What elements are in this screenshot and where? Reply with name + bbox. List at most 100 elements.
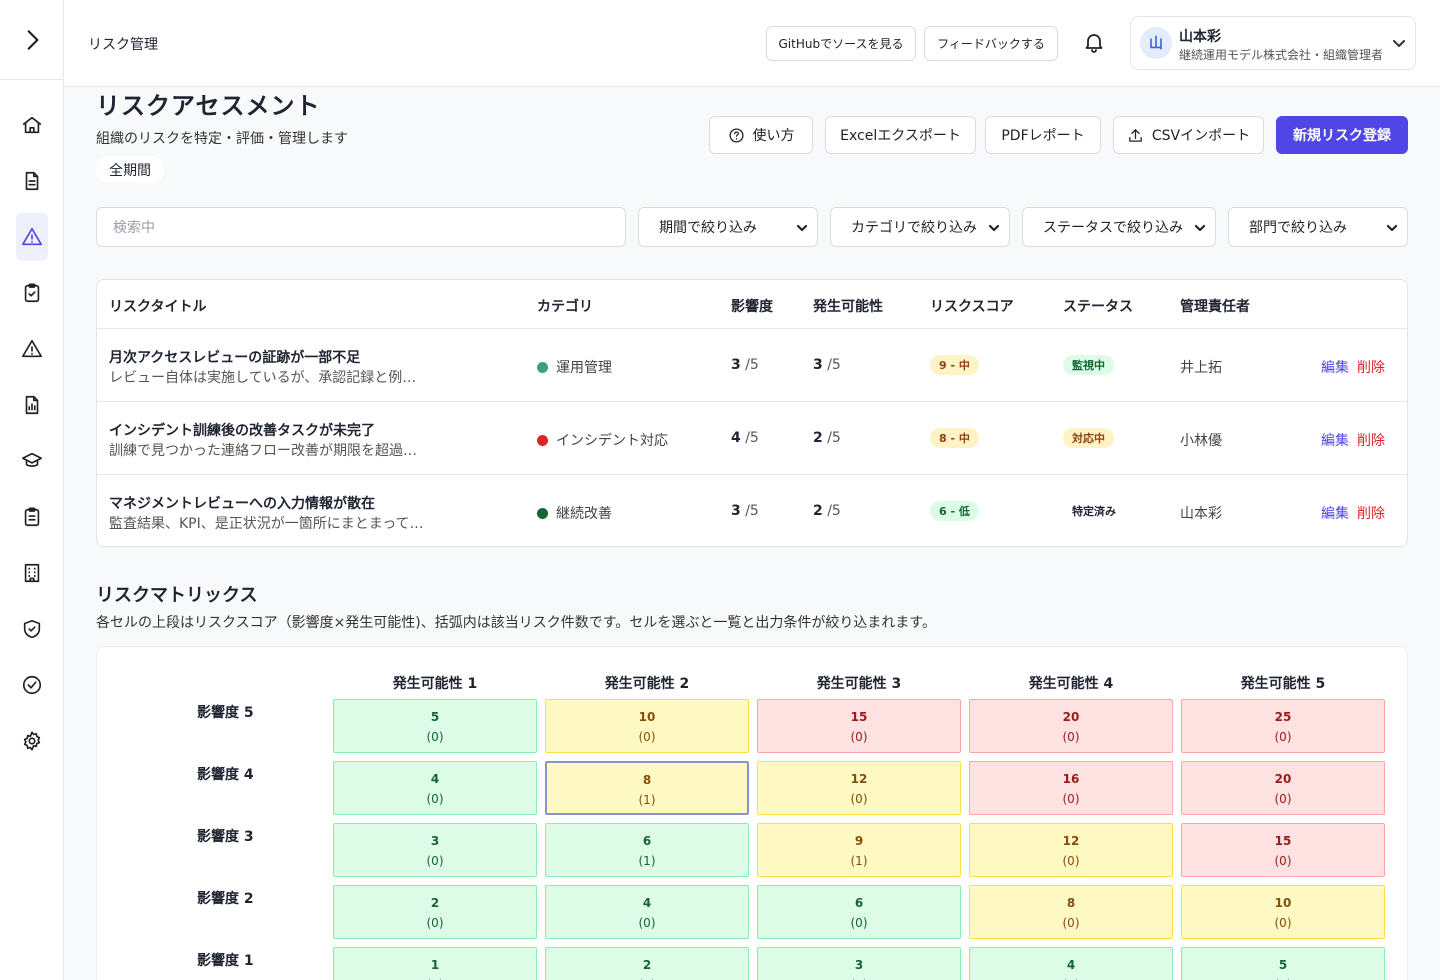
table-row[interactable]: マネジメントレビューへの入力情報が散在 監査結果、KPI、是正状況が一箇所にまとま… bbox=[97, 475, 1407, 546]
column-header: ステータス bbox=[1063, 299, 1133, 315]
user-menu[interactable]: 山 山本彩 継続運用モデル株式会社・組織管理者 bbox=[1130, 16, 1416, 70]
matrix-cell[interactable]: 6 (1) bbox=[545, 823, 749, 877]
impact-value: 4 bbox=[731, 430, 741, 446]
sidebar-nav bbox=[0, 80, 63, 765]
matrix-cell[interactable]: 25 (0) bbox=[1181, 699, 1385, 753]
notification-button[interactable] bbox=[1082, 30, 1106, 54]
department-filter-select[interactable]: 部門で絞り込み bbox=[1228, 207, 1408, 247]
matrix-cell[interactable]: 9 (1) bbox=[757, 823, 961, 877]
matrix-cell[interactable]: 1(0) bbox=[333, 947, 537, 980]
pdf-report-button[interactable]: PDFレポート bbox=[985, 116, 1101, 154]
risk-title[interactable]: インシデント訓練後の改善タスクが未完了 bbox=[109, 420, 375, 440]
matrix-cell[interactable]: 20 (0) bbox=[969, 699, 1173, 753]
sidebar-item-settings[interactable] bbox=[16, 717, 48, 765]
table-row[interactable]: 月次アクセスレビューの証跡が一部不足 レビュー自体は実施しているが、承認記録と例…… bbox=[97, 329, 1407, 402]
avatar: 山 bbox=[1140, 27, 1172, 59]
likelihood-value: 3 bbox=[813, 357, 823, 373]
matrix-cell[interactable]: 2(0) bbox=[545, 947, 749, 980]
sidebar-item-risk[interactable] bbox=[15, 213, 48, 261]
matrix-cell[interactable]: 15 (0) bbox=[1181, 823, 1385, 877]
score-badge: 6 - 低 bbox=[930, 501, 979, 521]
period-filter-label: 期間で絞り込み bbox=[659, 220, 757, 236]
matrix-cell-score: 3 bbox=[854, 958, 864, 972]
new-risk-button[interactable]: 新規リスク登録 bbox=[1276, 116, 1408, 154]
matrix-cell-count: (0) bbox=[426, 792, 444, 806]
sidebar-item-checklist[interactable] bbox=[16, 269, 48, 317]
sidebar-item-training[interactable] bbox=[16, 437, 48, 485]
impact-max: /5 bbox=[745, 430, 759, 446]
matrix-cell[interactable]: 15 (0) bbox=[757, 699, 961, 753]
edit-link[interactable]: 編集 bbox=[1321, 357, 1349, 377]
check-circle-icon bbox=[22, 675, 41, 695]
matrix-cell[interactable]: 8 (0) bbox=[969, 885, 1173, 939]
excel-export-button[interactable]: Excelエクスポート bbox=[825, 116, 976, 154]
likelihood-cell: 3 /5 bbox=[813, 357, 841, 373]
risk-title[interactable]: 月次アクセスレビューの証跡が一部不足 bbox=[109, 347, 360, 367]
matrix-cell[interactable]: 16 (0) bbox=[969, 761, 1173, 815]
matrix-cell-count: (0) bbox=[1274, 730, 1292, 744]
category-label: 運用管理 bbox=[556, 360, 612, 376]
sidebar-item-security[interactable] bbox=[16, 605, 48, 653]
matrix-cell[interactable]: 2(0) bbox=[333, 885, 537, 939]
matrix-cell-count: (0) bbox=[426, 916, 444, 930]
matrix-cell[interactable]: 12 (0) bbox=[969, 823, 1173, 877]
matrix-cell[interactable]: 3(0) bbox=[333, 823, 537, 877]
sidebar-item-incidents[interactable] bbox=[16, 325, 48, 373]
owner-name: 井上拓 bbox=[1180, 360, 1222, 376]
clipboard-check-icon bbox=[24, 283, 39, 303]
matrix-cell[interactable]: 20 (0) bbox=[1181, 761, 1385, 815]
delete-link[interactable]: 削除 bbox=[1357, 503, 1385, 523]
sidebar-item-audit[interactable] bbox=[16, 493, 48, 541]
period-filter-select[interactable]: 期間で絞り込み bbox=[638, 207, 818, 247]
category-dot-icon bbox=[537, 507, 548, 519]
status-filter-select[interactable]: ステータスで絞り込み bbox=[1022, 207, 1216, 247]
bell-icon bbox=[1085, 34, 1103, 53]
matrix-cell-count: (0) bbox=[1062, 854, 1080, 868]
csv-import-button[interactable]: CSVインポート bbox=[1113, 116, 1264, 154]
delete-link[interactable]: 削除 bbox=[1357, 430, 1385, 450]
matrix-cell[interactable]: 5(0) bbox=[333, 699, 537, 753]
category-filter-select[interactable]: カテゴリで絞り込み bbox=[830, 207, 1010, 247]
search-input[interactable]: 検索中 bbox=[96, 207, 626, 247]
column-header: 影響度 bbox=[731, 299, 773, 315]
matrix-column-header: 発生可能性 3 bbox=[816, 676, 902, 692]
matrix-description: 各セルの上段はリスクスコア（影響度×発生可能性)、括弧内は該当リスク件数です。セ… bbox=[96, 615, 936, 631]
breadcrumb: リスク管理 bbox=[88, 37, 158, 53]
status-badge: 特定済み bbox=[1063, 501, 1125, 521]
likelihood-max: /5 bbox=[827, 430, 841, 446]
risk-title[interactable]: マネジメントレビューへの入力情報が散在 bbox=[109, 493, 375, 513]
user-name: 山本彩 bbox=[1179, 29, 1221, 45]
matrix-cell[interactable]: 12 (0) bbox=[757, 761, 961, 815]
matrix-cell[interactable]: 5(0) bbox=[1181, 947, 1385, 980]
matrix-cell[interactable]: 10 (0) bbox=[545, 699, 749, 753]
feedback-button[interactable]: フィードバックする bbox=[924, 26, 1058, 61]
matrix-cell[interactable]: 4(0) bbox=[969, 947, 1173, 980]
github-button[interactable]: GitHubでソースを見る bbox=[766, 26, 916, 61]
matrix-cell-count: (0) bbox=[638, 730, 656, 744]
sidebar-item-home[interactable] bbox=[16, 101, 48, 149]
category-dot-icon bbox=[537, 434, 548, 446]
matrix-cell[interactable]: 4(0) bbox=[333, 761, 537, 815]
matrix-cell-score: 20 bbox=[1062, 710, 1080, 724]
impact-cell: 4 /5 bbox=[731, 430, 759, 446]
likelihood-max: /5 bbox=[827, 503, 841, 519]
sidebar-item-compliance[interactable] bbox=[16, 661, 48, 709]
sidebar-toggle[interactable] bbox=[0, 0, 63, 80]
matrix-cell[interactable]: 8 (1) bbox=[545, 761, 749, 815]
table-header: リスクタイトル カテゴリ 影響度 発生可能性 リスクスコア ステータス 管理責任… bbox=[97, 280, 1407, 329]
matrix-cell[interactable]: 10 (0) bbox=[1181, 885, 1385, 939]
category-cell: 継続改善 bbox=[537, 503, 612, 523]
table-row[interactable]: インシデント訓練後の改善タスクが未完了 訓練で見つかった連絡フロー改善が期限を超過… bbox=[97, 402, 1407, 475]
matrix-cell[interactable]: 4(0) bbox=[545, 885, 749, 939]
edit-link[interactable]: 編集 bbox=[1321, 430, 1349, 450]
matrix-cell[interactable]: 3(0) bbox=[757, 947, 961, 980]
sidebar-item-reports[interactable] bbox=[16, 381, 48, 429]
howto-button[interactable]: 使い方 bbox=[709, 116, 813, 154]
sidebar-item-documents[interactable] bbox=[16, 157, 48, 205]
department-filter-label: 部門で絞り込み bbox=[1249, 220, 1347, 236]
sidebar-item-organization[interactable] bbox=[16, 549, 48, 597]
matrix-cell[interactable]: 6 (0) bbox=[757, 885, 961, 939]
delete-link[interactable]: 削除 bbox=[1357, 357, 1385, 377]
edit-link[interactable]: 編集 bbox=[1321, 503, 1349, 523]
chevron-down-icon bbox=[1193, 221, 1207, 235]
